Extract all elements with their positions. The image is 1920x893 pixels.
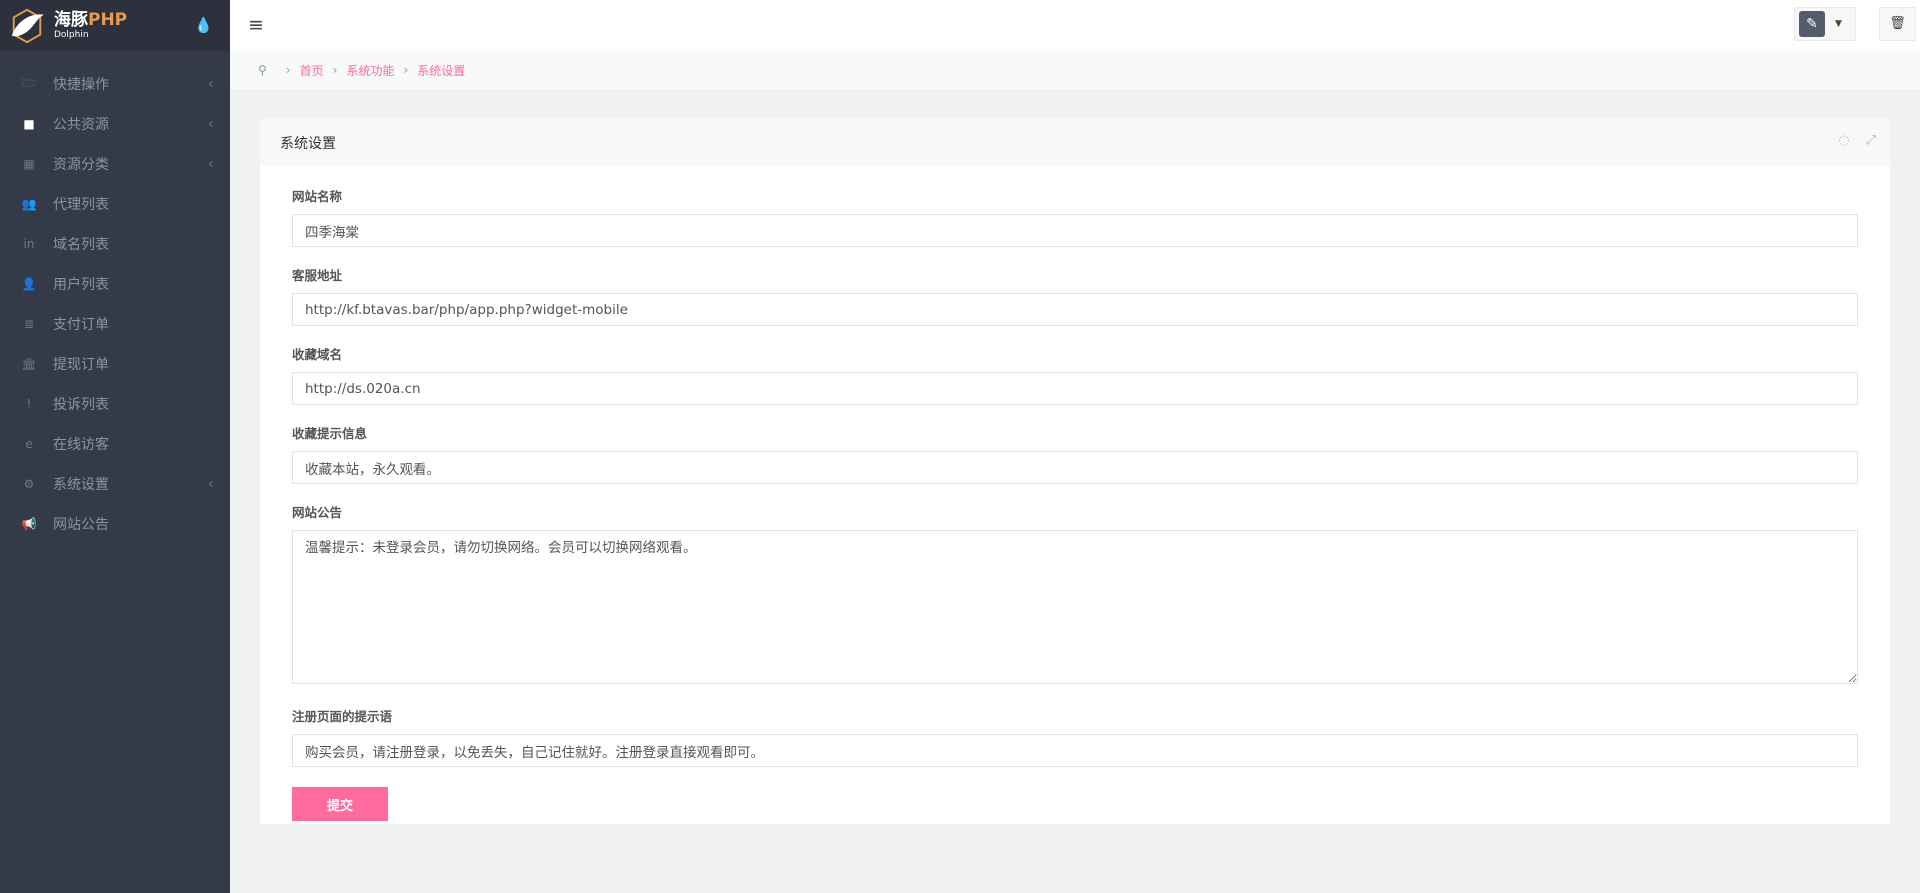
video-camera-icon: ■ [23, 117, 35, 131]
sidebar-item[interactable]: 🏛 提现订单 [0, 344, 230, 384]
sidebar-item-label: 公共资源 [53, 117, 109, 133]
bank-icon: 🏛 [21, 357, 37, 371]
gear-icon: ⚙ [23, 477, 35, 491]
clear-cache-button[interactable]: 🗑 [1879, 7, 1916, 41]
breadcrumb-system-settings[interactable]: 系统设置 [417, 62, 465, 79]
sidebar-item-label: 在线访客 [53, 437, 109, 453]
brand-name: 海豚 [54, 9, 88, 30]
breadcrumb-system-functions[interactable]: 系统功能 [346, 62, 394, 79]
edge-icon: e [25, 437, 33, 451]
sidebar-nav: 🗁 快捷操作 ‹ ■ 公共资源 ‹ ▦ 资源分类 ‹ 👥 代理列表 in 域名列表 👤 用户列表 ≣ 支付订单 🏛… [0, 64, 230, 544]
grid-icon: ▦ [23, 157, 35, 171]
refresh-icon[interactable]: ◌ [1838, 133, 1849, 148]
sidebar-item-label: 用户列表 [53, 277, 109, 293]
bullhorn-icon: 📢 [21, 517, 37, 531]
field-label: 收藏域名 [292, 347, 343, 362]
sidebar-item[interactable]: ≣ 支付订单 [0, 304, 230, 344]
panel-title: 系统设置 [280, 135, 336, 152]
settings-form: 网站名称 客服地址 收藏域名 收藏提示信息 网站公告温馨提示：未登录会员，请勿切… [260, 166, 1890, 821]
caret-down-icon: ▼ [1835, 19, 1842, 29]
favorite-domain-input[interactable] [292, 372, 1858, 405]
sidebar-item[interactable]: in 域名列表 [0, 224, 230, 264]
sidebar-item-label: 提现订单 [53, 357, 109, 373]
users-icon: 👥 [21, 197, 37, 211]
sidebar-item[interactable]: ■ 公共资源 ‹ [0, 104, 230, 144]
sidebar-item[interactable]: ! 投诉列表 [0, 384, 230, 424]
site-notice-textarea[interactable]: 温馨提示：未登录会员，请勿切换网络。会员可以切换网络观看。 [292, 530, 1858, 684]
database-icon: ≣ [23, 317, 35, 331]
sidebar-item-label: 网站公告 [53, 517, 109, 533]
field-label: 收藏提示信息 [292, 426, 368, 441]
theme-drop-icon[interactable]: 💧 [194, 16, 213, 34]
avatar: ✎ [1799, 11, 1825, 37]
sidebar-item-label: 投诉列表 [53, 397, 109, 413]
field-label: 网站公告 [292, 505, 343, 520]
settings-panel: 系统设置 ◌ ⤢ 网站名称 客服地址 收藏域名 收藏提示信息 网站公告温馨提示：… [260, 119, 1890, 824]
sidebar-item[interactable]: ▦ 资源分类 ‹ [0, 144, 230, 184]
panel-header: 系统设置 ◌ ⤢ [260, 119, 1890, 166]
user-menu-button[interactable]: ✎ ▼ [1794, 7, 1856, 41]
register-tip-input[interactable] [292, 734, 1858, 767]
map-marker-icon: ⚲ [258, 63, 267, 77]
chevron-right-icon: › [285, 63, 291, 77]
customer-service-url-input[interactable] [292, 293, 1858, 326]
menu-toggle-icon[interactable]: ≡ [248, 14, 264, 36]
chevron-right-icon: › [403, 63, 409, 77]
field-label: 客服地址 [292, 268, 343, 283]
submit-button[interactable]: 提交 [292, 787, 388, 821]
fullscreen-icon[interactable]: ⤢ [1866, 133, 1876, 148]
sidebar-item[interactable]: e 在线访客 [0, 424, 230, 464]
sidebar-item[interactable]: ⚙ 系统设置 ‹ [0, 464, 230, 504]
logo[interactable]: 海豚PHP Dolphin 💧 [0, 0, 230, 51]
linkedin-icon: in [23, 237, 35, 251]
sidebar: 海豚PHP Dolphin 💧 🗁 快捷操作 ‹ ■ 公共资源 ‹ ▦ 资源分类 ‹ 👥 代理列表 in… [0, 0, 230, 893]
user-icon: 👤 [21, 277, 37, 291]
field-label: 注册页面的提示语 [292, 709, 393, 724]
sidebar-item[interactable]: 👤 用户列表 [0, 264, 230, 304]
chevron-left-icon: ‹ [208, 156, 214, 172]
sidebar-item-label: 资源分类 [53, 157, 109, 173]
sidebar-item-label: 快捷操作 [53, 77, 109, 93]
breadcrumb: ⚲ › 首页 › 系统功能 › 系统设置 [230, 51, 1920, 89]
brand-php: PHP [88, 9, 128, 30]
sidebar-item[interactable]: 👥 代理列表 [0, 184, 230, 224]
sidebar-item-label: 支付订单 [53, 317, 109, 333]
topbar: ≡ ✎ ▼ 🗑 [230, 0, 1920, 51]
sidebar-item-label: 系统设置 [53, 477, 109, 493]
exclamation-circle-icon: ! [26, 397, 32, 411]
site-name-input[interactable] [292, 214, 1858, 247]
favorite-tip-input[interactable] [292, 451, 1858, 484]
sidebar-item-label: 域名列表 [53, 237, 109, 253]
field-label: 网站名称 [292, 189, 343, 204]
sidebar-item[interactable]: 📢 网站公告 [0, 504, 230, 544]
trash-icon: 🗑 [1889, 16, 1906, 31]
sidebar-item[interactable]: 🗁 快捷操作 ‹ [0, 64, 230, 104]
brand-sub: Dolphin [54, 29, 89, 40]
sidebar-item-label: 代理列表 [53, 197, 109, 213]
folder-open-icon: 🗁 [21, 75, 37, 90]
chevron-right-icon: › [332, 63, 338, 77]
chevron-left-icon: ‹ [208, 76, 214, 92]
chevron-left-icon: ‹ [208, 116, 214, 132]
chevron-left-icon: ‹ [208, 476, 214, 492]
breadcrumb-home[interactable]: 首页 [300, 62, 324, 79]
dolphin-logo-icon [11, 8, 45, 43]
